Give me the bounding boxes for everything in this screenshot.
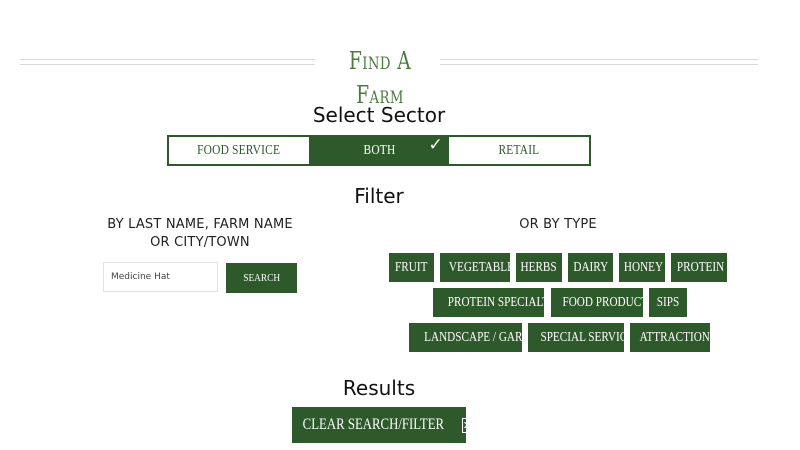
type-tag-label: Protein xyxy=(676,259,725,275)
type-tag-label: Vegetables xyxy=(448,259,510,275)
sector-option-both[interactable]: Both ✓ xyxy=(309,135,449,164)
search-button[interactable]: Search xyxy=(226,263,297,293)
type-tag-fruit[interactable]: Fruit xyxy=(389,253,434,282)
sector-option-label: Retail xyxy=(498,142,540,158)
search-input[interactable] xyxy=(103,262,218,292)
type-tag-protein[interactable]: Protein xyxy=(671,253,727,282)
type-filter-label: OR BY TYPE xyxy=(519,217,597,232)
type-tag-landscape-garden[interactable]: Landscape / Garden xyxy=(409,323,522,352)
type-tag-label: Special Services xyxy=(540,329,624,345)
type-tag-label: Landscape / Garden xyxy=(424,329,522,345)
clear-search-filter-button[interactable]: Clear Search/Filter ✕ xyxy=(292,407,473,443)
name-filter-label-line1: BY LAST NAME, FARM NAME xyxy=(107,217,293,232)
type-tag-label: Sips xyxy=(656,294,680,310)
type-tag-vegetables[interactable]: Vegetables xyxy=(440,253,510,282)
type-tag-dairy[interactable]: Dairy xyxy=(568,253,613,282)
results-heading: Results xyxy=(342,376,416,400)
type-tag-label: Honey xyxy=(623,259,664,275)
find-a-farm-page: Find A Farm Select Sector Food Service B… xyxy=(0,0,800,450)
sector-heading: Select Sector xyxy=(312,103,446,127)
type-tag-label: Dairy xyxy=(573,259,608,275)
type-tag-label: Fruit xyxy=(395,259,428,275)
type-tag-food-products[interactable]: Food Products xyxy=(551,288,643,317)
type-tag-label: Attractions xyxy=(639,329,710,345)
type-tag-attractions[interactable]: Attractions xyxy=(630,323,710,352)
title-divider-left xyxy=(20,59,315,65)
sector-option-food-service[interactable]: Food Service xyxy=(169,137,309,164)
sector-option-label: Food Service xyxy=(197,142,281,158)
clear-button-label: Clear Search/Filter xyxy=(302,416,445,433)
sector-option-label: Both xyxy=(363,142,395,158)
page-title: Find A Farm xyxy=(348,47,412,109)
close-box-icon: ✕ xyxy=(461,417,473,433)
sector-option-retail[interactable]: Retail xyxy=(449,137,589,164)
title-row: Find A Farm xyxy=(20,44,758,109)
type-tag-label: Protein Specialties xyxy=(447,294,544,310)
title-divider-right xyxy=(440,59,758,65)
name-filter-label: BY LAST NAME, FARM NAME OR CITY/TOWN xyxy=(95,216,305,252)
type-tag-protein-specialties[interactable]: Protein Specialties xyxy=(433,288,544,317)
type-tag-label: Herbs xyxy=(520,259,558,275)
filter-heading: Filter xyxy=(354,184,404,208)
type-tag-sips[interactable]: Sips xyxy=(649,288,687,317)
check-icon: ✓ xyxy=(428,135,443,155)
type-tag-label: Food Products xyxy=(562,294,643,310)
search-button-label: Search xyxy=(243,272,280,284)
type-tag-special-services[interactable]: Special Services xyxy=(528,323,624,352)
sector-toggle: Food Service Both ✓ Retail xyxy=(167,135,591,166)
type-tag-honey[interactable]: Honey xyxy=(619,253,665,282)
type-tag-herbs[interactable]: Herbs xyxy=(516,253,562,282)
name-filter-label-line2: OR CITY/TOWN xyxy=(150,235,250,250)
